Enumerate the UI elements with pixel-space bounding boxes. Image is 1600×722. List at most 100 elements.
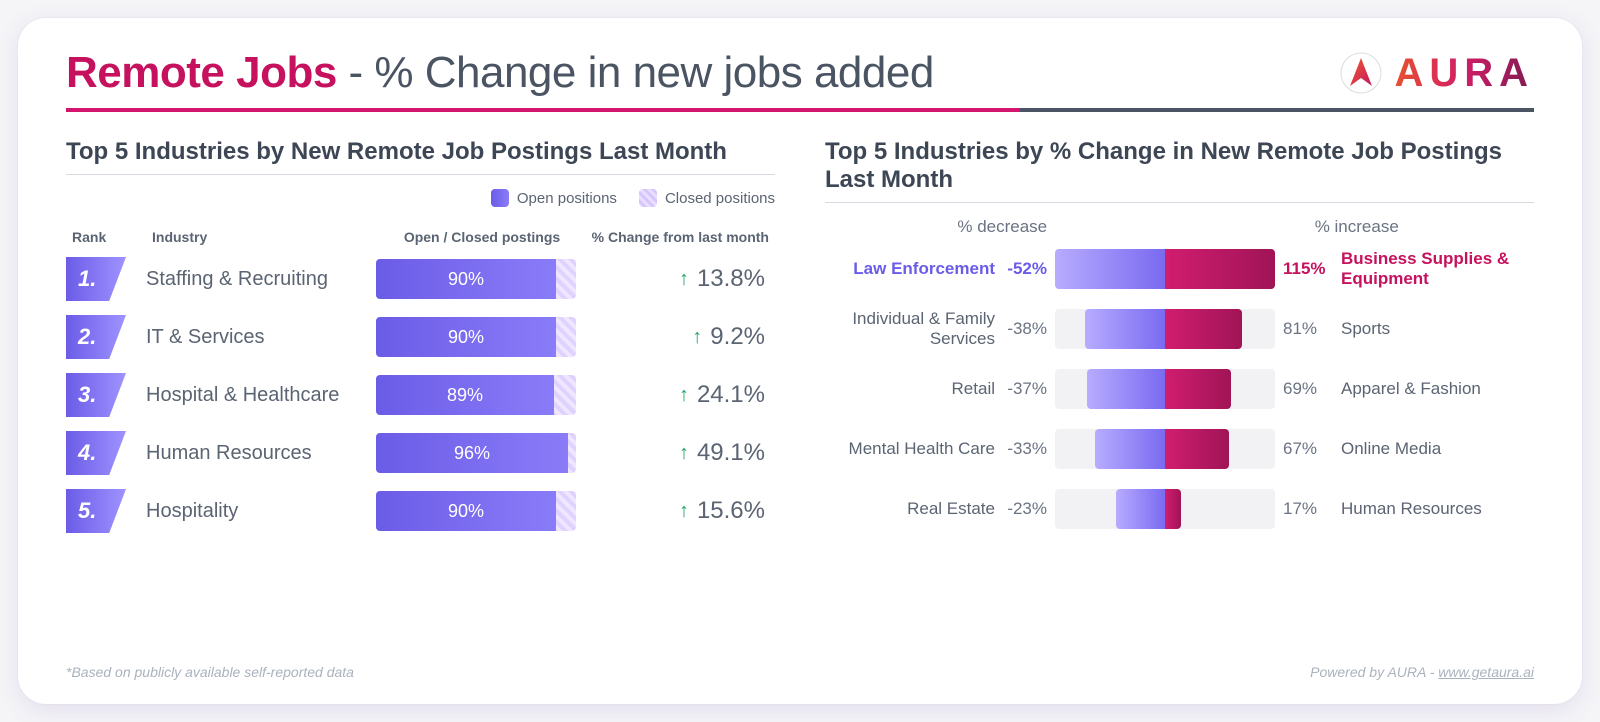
change-text: 15.6% [697,497,765,525]
change-value: ↑ 9.2% [576,323,775,351]
page-title: Remote Jobs - % Change in new jobs added [66,48,934,98]
increase-industry: Human Resources [1335,499,1534,519]
left-subtitle: Top 5 Industries by New Remote Job Posti… [66,138,775,175]
postings-bar: 96% [376,433,576,473]
diverge-track [1055,489,1275,529]
table-row: 3. Hospital & Healthcare89% ↑ 24.1% [66,373,775,417]
industry-name: Hospitality [126,500,376,523]
increase-bar [1165,309,1242,349]
report-card: Remote Jobs - % Change in new jobs added… [18,18,1582,704]
increase-bar [1165,429,1229,469]
diverge-track [1055,369,1275,409]
footer: *Based on publicly available self-report… [66,664,1534,680]
right-subtitle: Top 5 Industries by % Change in New Remo… [825,138,1534,203]
industry-name: Hospital & Healthcare [126,384,376,407]
table-row: 4. Human Resources96% ↑49.1% [66,431,775,475]
industry-name: IT & Services [126,326,376,349]
change-value: ↑49.1% [576,439,775,467]
postings-bar: 90% [376,259,576,299]
title-divider [66,108,1534,112]
header: Remote Jobs - % Change in new jobs added… [66,48,1534,98]
right-rows: Law Enforcement-52%115%Business Supplies… [825,247,1534,531]
increase-bar [1165,249,1275,289]
postings-bar: 89% [376,375,576,415]
increase-bar [1165,489,1181,529]
swatch-open-icon [491,189,509,207]
increase-value: 17% [1275,499,1335,519]
rank-badge: 5. [66,489,126,533]
arrow-up-icon: ↑ [679,268,689,291]
th-change: % Change from last month [582,229,769,245]
rank-badge: 3. [66,373,126,417]
decrease-industry: Retail [825,379,995,399]
powered-by: Powered by AURA - www.getaura.ai [1310,664,1534,680]
decrease-value: -38% [995,319,1055,339]
diverge-row: Retail-37%69%Apparel & Fashion [825,367,1534,411]
table-row: 1. Staffing & Recruiting90% ↑ 13.8% [66,257,775,301]
postings-bar: 90% [376,491,576,531]
open-bar: 90% [376,259,556,299]
rank-number: 1. [78,266,96,292]
open-bar: 96% [376,433,568,473]
arrow-up-icon: ↑ [692,326,702,349]
left-rows: 1.Staffing & Recruiting90%↑13.8%2.IT & S… [66,257,775,533]
legend: Open positions Closed positions [66,189,775,207]
arrow-up-icon: ↑ [679,384,689,407]
decrease-industry: Individual & Family Services [825,309,995,348]
legend-open: Open positions [491,189,617,207]
industry-name: Human Resources [126,442,376,465]
increase-value: 81% [1275,319,1335,339]
powered-link[interactable]: www.getaura.ai [1438,664,1534,680]
swatch-closed-icon [639,189,657,207]
increase-industry: Apparel & Fashion [1335,379,1534,399]
decrease-value: -52% [995,259,1055,279]
rank-badge: 2. [66,315,126,359]
legend-closed-label: Closed positions [665,190,775,207]
arrow-up-icon: ↑ [679,500,689,523]
powered-prefix: Powered by AURA - [1310,664,1438,680]
decrease-bar [1087,369,1165,409]
aura-logo-icon [1340,52,1382,94]
rank-number: 4. [78,440,96,466]
change-text: 13.8% [697,265,765,293]
change-value: ↑ 15.6% [576,497,775,525]
change-value: ↑ 13.8% [576,265,775,293]
decrease-value: -23% [995,499,1055,519]
postings-bar: 90% [376,317,576,357]
diverge-row: Mental Health Care-33%67%Online Media [825,427,1534,471]
change-text: 24.1% [697,381,765,409]
decrease-bar [1095,429,1165,469]
rank-number: 3. [78,382,96,408]
open-bar: 90% [376,317,556,357]
open-bar: 90% [376,491,556,531]
rank-badge: 1. [66,257,126,301]
diverge-track [1055,429,1275,469]
increase-industry: Online Media [1335,439,1534,459]
rank-number: 2. [78,324,96,350]
legend-open-label: Open positions [517,190,617,207]
axis-increase: % increase [1180,217,1535,237]
increase-bar [1165,369,1231,409]
rank-number: 5. [78,498,96,524]
increase-value: 115% [1275,259,1335,279]
rank-badge: 4. [66,431,126,475]
diverge-track [1055,309,1275,349]
decrease-bar [1116,489,1165,529]
increase-value: 69% [1275,379,1335,399]
change-text: 49.1% [697,439,765,467]
industry-name: Staffing & Recruiting [126,268,376,291]
title-rest: - % Change in new jobs added [337,48,934,97]
table-row: 5. Hospitality90% ↑ 15.6% [66,489,775,533]
open-bar: 89% [376,375,554,415]
change-value: ↑ 24.1% [576,381,775,409]
brand-logo: AURA [1340,51,1534,96]
th-postings: Open / Closed postings [382,229,582,245]
increase-industry: Sports [1335,319,1534,339]
axis-labels: % decrease % increase [825,217,1534,237]
diverge-track [1055,249,1275,289]
decrease-bar [1085,309,1165,349]
right-panel: Top 5 Industries by % Change in New Remo… [825,138,1534,646]
change-text: 9.2% [710,323,765,351]
diverge-row: Real Estate-23%17%Human Resources [825,487,1534,531]
axis-decrease: % decrease [825,217,1180,237]
